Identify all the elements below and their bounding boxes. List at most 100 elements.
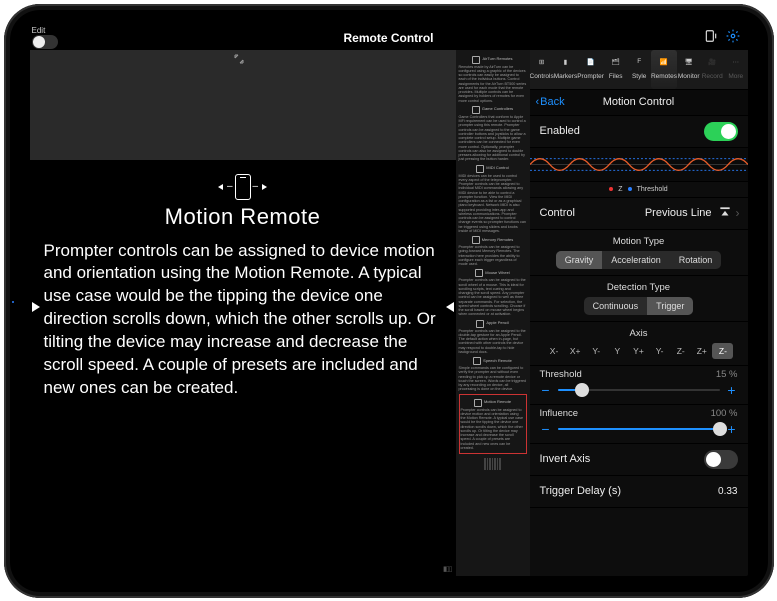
markers-icon: ▮ xyxy=(564,58,568,72)
minimap-section-text: Prompter controls can be assigned to goi… xyxy=(459,245,527,266)
screen: Edit Remote Control xyxy=(30,26,748,576)
enabled-label: Enabled xyxy=(540,125,580,137)
panel-nav: ‹ Back Motion Control xyxy=(530,90,748,116)
minimap-section[interactable]: Game ControllersGame Controllers that co… xyxy=(459,106,527,162)
enabled-row: Enabled xyxy=(530,116,748,148)
axis-zminus[interactable]: Z- xyxy=(670,343,691,359)
arrow-right-icon xyxy=(262,184,267,190)
tab-record[interactable]: 🎥Record xyxy=(700,50,724,89)
motion-remote-icon: – – xyxy=(44,172,442,202)
control-row[interactable]: Control Previous Line › xyxy=(530,198,748,230)
remotes-icon: 📶 xyxy=(660,58,668,72)
legend-dot-z xyxy=(609,187,613,191)
threshold-value: 15 % xyxy=(716,369,738,380)
axis-zplus[interactable]: Z+ xyxy=(691,343,712,359)
trigger-delay-row[interactable]: Trigger Delay (s) 0.33 xyxy=(530,476,748,508)
tab-controls[interactable]: ⊞Controls xyxy=(530,50,554,89)
cast-icon[interactable] xyxy=(704,29,718,46)
content: – – Motion Remote Prompter controls can … xyxy=(30,50,748,576)
threshold-slider-row: Threshold 15 % − + xyxy=(530,366,748,405)
previous-line-icon xyxy=(718,205,732,222)
segment-rotation[interactable]: Rotation xyxy=(670,251,722,269)
edit-label: Edit xyxy=(32,26,46,35)
tab-markers[interactable]: ▮Markers xyxy=(554,50,578,89)
minimap-section-title: Mouse Wheel xyxy=(459,269,527,277)
minimap-section[interactable]: Apple PencilPrompter controls can be ass… xyxy=(459,320,527,355)
tab-style[interactable]: FStyle xyxy=(627,50,651,89)
monitor-icon: 🖥 xyxy=(685,58,693,72)
tab-files[interactable]: 🗂Files xyxy=(604,50,628,89)
minimap-section[interactable]: AirTurn RemotesRemotes made by AirTurn c… xyxy=(459,56,527,103)
axis-zminus[interactable]: Z- xyxy=(712,343,733,359)
resize-icon[interactable] xyxy=(234,54,244,66)
motion-type-title: Motion Type xyxy=(538,236,740,247)
prompter-body[interactable]: – – Motion Remote Prompter controls can … xyxy=(30,160,456,576)
gear-icon[interactable] xyxy=(726,29,740,46)
minimap-section-text: Simple commands can be configured to ver… xyxy=(459,366,527,392)
topbar-left: Edit xyxy=(32,26,58,49)
detection-type-title: Detection Type xyxy=(538,282,740,293)
minimap-section[interactable]: Speech RemoteSimple commands can be conf… xyxy=(459,357,527,392)
tab-label: Monitor xyxy=(678,73,700,80)
axis-xplus[interactable]: X+ xyxy=(565,343,586,359)
minimap-section-title: Speech Remote xyxy=(459,357,527,365)
topbar-right xyxy=(704,29,740,46)
prompter-pane: – – Motion Remote Prompter controls can … xyxy=(30,50,456,576)
segment-gravity[interactable]: Gravity xyxy=(556,251,603,269)
influence-plus-button[interactable]: + xyxy=(726,421,738,437)
tab-label: Remotes xyxy=(651,73,677,80)
threshold-slider[interactable] xyxy=(558,389,720,391)
device-indicator xyxy=(12,301,14,303)
enabled-toggle[interactable] xyxy=(704,122,738,141)
invert-axis-label: Invert Axis xyxy=(540,453,591,465)
minimap-section[interactable]: Memory RemotesPrompter controls can be a… xyxy=(459,236,527,266)
app-title: Remote Control xyxy=(344,31,434,45)
segment-continuous[interactable]: Continuous xyxy=(584,297,648,315)
tab-label: Markers xyxy=(554,73,577,80)
axis-yplus[interactable]: Y+ xyxy=(628,343,649,359)
invert-axis-toggle[interactable] xyxy=(704,450,738,469)
minimap-section-title: MIDI Control xyxy=(459,165,527,173)
legend-dot-threshold xyxy=(628,187,632,191)
axis-xminus[interactable]: X- xyxy=(544,343,565,359)
edit-toggle[interactable] xyxy=(32,35,58,49)
detection-type-section: Detection Type ContinuousTrigger xyxy=(530,276,748,322)
tab-more[interactable]: ⋯More xyxy=(724,50,748,89)
influence-minus-button[interactable]: − xyxy=(540,421,552,437)
influence-slider[interactable] xyxy=(558,428,720,430)
axis-y[interactable]: Y xyxy=(607,343,628,359)
minimap-section[interactable]: MIDI ControlMIDI devices can be used to … xyxy=(459,165,527,234)
trigger-delay-value: 0.33 xyxy=(718,486,737,497)
phone-icon xyxy=(235,174,251,200)
axis-yminus[interactable]: Y- xyxy=(586,343,607,359)
record-icon: 🎥 xyxy=(708,58,716,72)
minimap-section-text: Remotes made by AirTurn can be configure… xyxy=(459,65,527,103)
threshold-plus-button[interactable]: + xyxy=(726,382,738,398)
waveform-legend: Z Threshold xyxy=(530,182,748,198)
tab-prompter[interactable]: 📄Prompter xyxy=(577,50,604,89)
minimap-section[interactable]: Mouse WheelPrompter controls can be assi… xyxy=(459,269,527,316)
minimap-section-text: Prompter controls can be assigned to the… xyxy=(459,278,527,316)
segment-trigger[interactable]: Trigger xyxy=(647,297,693,315)
axis-yminus[interactable]: Y- xyxy=(649,343,670,359)
legend-z-label: Z xyxy=(618,186,622,193)
tab-monitor[interactable]: 🖥Monitor xyxy=(677,50,701,89)
minimap-section-text: Game Controllers that conform to Apple M… xyxy=(459,115,527,162)
tab-label: Prompter xyxy=(577,73,604,80)
minimap-section-text: Prompter controls can be assigned to the… xyxy=(459,329,527,355)
controls-icon: ⊞ xyxy=(539,58,544,72)
tab-remotes[interactable]: 📶Remotes xyxy=(651,50,677,89)
minimap-section[interactable]: Motion RemotePrompter controls can be as… xyxy=(459,394,527,455)
prompter-body-text: Prompter controls can be assigned to dev… xyxy=(44,240,442,401)
motion-type-section: Motion Type GravityAccelerationRotation xyxy=(530,230,748,276)
minimap-section-text: Prompter controls can be assigned to dev… xyxy=(461,408,525,451)
segment-acceleration[interactable]: Acceleration xyxy=(602,251,670,269)
axis-title: Axis xyxy=(538,328,740,339)
minimap-section-title: Apple Pencil xyxy=(459,320,527,328)
axis-buttons: X-X+Y-YY+Y-Z-Z+Z- xyxy=(538,343,740,359)
back-button[interactable]: ‹ Back xyxy=(536,96,565,108)
ipad-device: Edit Remote Control xyxy=(4,4,774,598)
chevron-right-icon: › xyxy=(736,206,740,220)
threshold-minus-button[interactable]: − xyxy=(540,382,552,398)
script-minimap[interactable]: AirTurn RemotesRemotes made by AirTurn c… xyxy=(456,50,530,576)
